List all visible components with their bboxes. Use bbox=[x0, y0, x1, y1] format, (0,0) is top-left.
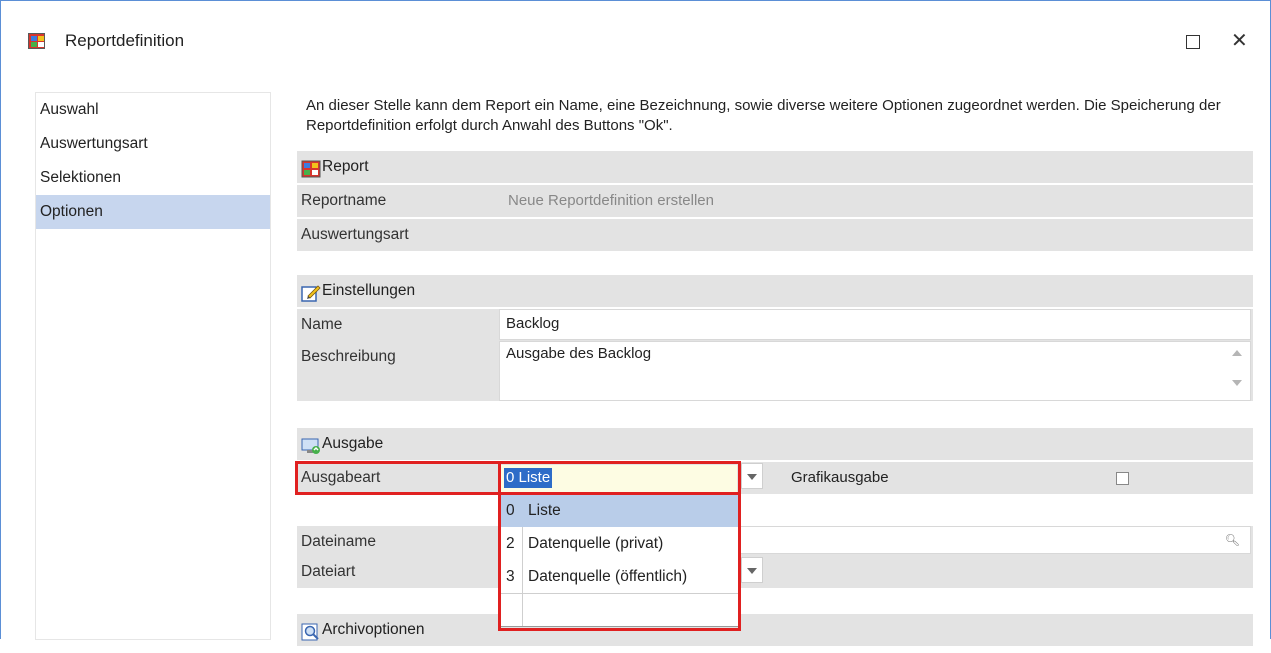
scroll-up-icon[interactable] bbox=[1232, 350, 1242, 356]
report-app-icon bbox=[28, 33, 45, 49]
name-label: Name bbox=[301, 316, 343, 333]
dateiart-label: Dateiart bbox=[301, 563, 356, 580]
dateiname-label: Dateiname bbox=[301, 533, 376, 550]
grafikausgabe-checkbox[interactable] bbox=[1116, 472, 1129, 485]
section-einstellungen: Einstellungen bbox=[297, 275, 1253, 307]
scroll-down-icon[interactable] bbox=[1232, 380, 1242, 386]
window-title: Reportdefinition bbox=[65, 31, 185, 50]
section-einstellungen-title: Einstellungen bbox=[322, 282, 416, 299]
nav-item-optionen[interactable]: Optionen bbox=[36, 195, 270, 229]
nav-item-selektionen[interactable]: Selektionen bbox=[36, 161, 270, 195]
edit-icon bbox=[301, 282, 321, 302]
row-auswertungsart: Auswertungsart bbox=[297, 219, 1253, 251]
nav-item-auswahl[interactable]: Auswahl bbox=[36, 93, 270, 127]
archive-search-icon bbox=[301, 621, 321, 641]
auswertungsart-value bbox=[500, 219, 1253, 251]
maximize-icon[interactable] bbox=[1186, 35, 1200, 49]
grafikausgabe-label: Grafikausgabe bbox=[791, 469, 889, 486]
report-icon bbox=[301, 158, 321, 178]
reportname-value: Neue Reportdefinition erstellen bbox=[500, 185, 1253, 217]
ausgabeart-dropdown-button[interactable] bbox=[741, 463, 763, 489]
reportname-label: Reportname bbox=[301, 192, 387, 209]
section-report-title: Report bbox=[322, 158, 369, 175]
title-bar: Reportdefinition ✕ bbox=[1, 1, 1270, 83]
close-icon[interactable]: ✕ bbox=[1231, 28, 1248, 53]
output-icon bbox=[301, 435, 321, 454]
row-dateiart: Dateiart bbox=[297, 556, 1253, 588]
nav-item-auswertungsart[interactable]: Auswertungsart bbox=[36, 127, 270, 161]
auswertungsart-label: Auswertungsart bbox=[301, 226, 409, 243]
intro-text: An dieser Stelle kann dem Report ein Nam… bbox=[306, 97, 1221, 134]
search-icon[interactable]: 🔍︎ bbox=[1225, 533, 1240, 547]
section-archivoptionen: Archivoptionen bbox=[297, 614, 1253, 646]
section-report: Report bbox=[297, 151, 1253, 183]
row-reportname: Reportname Neue Reportdefinition erstell… bbox=[297, 185, 1253, 217]
dateiname-input[interactable]: 🔍︎ bbox=[737, 526, 1251, 554]
beschreibung-value: Ausgabe des Backlog bbox=[506, 345, 652, 362]
options-nav: Auswahl Auswertungsart Selektionen Optio… bbox=[35, 92, 271, 640]
report-definition-window: Reportdefinition ✕ Auswahl Auswertungsar… bbox=[0, 0, 1271, 646]
section-ausgabe: Ausgabe bbox=[297, 428, 1253, 460]
name-input[interactable]: Backlog bbox=[499, 309, 1251, 340]
section-ausgabe-title: Ausgabe bbox=[322, 435, 384, 452]
section-archivoptionen-title: Archivoptionen bbox=[322, 621, 425, 638]
dateiart-dropdown-button[interactable] bbox=[741, 557, 763, 583]
highlight-dropdown bbox=[498, 461, 741, 631]
beschreibung-textarea[interactable]: Ausgabe des Backlog bbox=[499, 341, 1251, 401]
beschreibung-label: Beschreibung bbox=[301, 348, 396, 365]
